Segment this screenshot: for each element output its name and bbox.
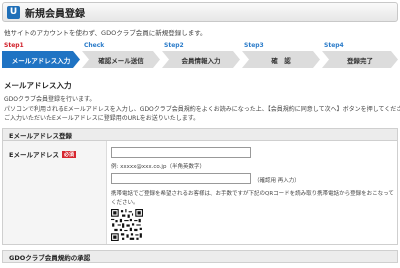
email-panel-title: Eメールアドレス登録 xyxy=(2,128,398,141)
step-tag: Step2 xyxy=(164,42,184,49)
required-badge: 必須 xyxy=(61,151,76,158)
step-tag: Check xyxy=(84,42,105,49)
mobile-note: 携帯電話でご登録を希望されるお客様は、お手数ですが下記のQRコードを読み取り携帯… xyxy=(111,191,394,206)
page-header: U 新規会員登録 xyxy=(2,2,398,22)
page-title: 新規会員登録 xyxy=(25,8,85,20)
step-tag: Step3 xyxy=(244,42,264,49)
step-tag: Step1 xyxy=(4,42,24,49)
step-tag: Step4 xyxy=(324,42,344,49)
step-email-input: Step1 メールアドレス入力 xyxy=(2,42,80,70)
intro-text: 他サイトのアカウントを使わず、GDOクラブ会員に新規登録します。 xyxy=(4,29,207,37)
step-confirm-mail: Check 確認メール送信 xyxy=(82,42,160,70)
terms-panel-title: GDOクラブ会員規約の承認 xyxy=(2,250,398,263)
qr-code-icon xyxy=(111,209,143,241)
step-label: 確認メール送信 xyxy=(82,51,160,68)
user-icon: U xyxy=(7,5,20,19)
email-input[interactable] xyxy=(111,147,251,158)
email-panel: Eメールアドレス 必須 例: xxxxx@xxx.co.jp（半角英数字） （確認… xyxy=(2,141,398,245)
step-member-info: Step2 会員情報入力 xyxy=(162,42,240,70)
email-label-text: Eメールアドレス xyxy=(9,151,59,159)
email-field-label: Eメールアドレス 必須 xyxy=(9,149,76,159)
confirm-hint: （確認用 再入力） xyxy=(254,178,300,184)
description: GDOクラブ会員登録を行います。 パソコンで利用されるEメールアドレスを入力し、… xyxy=(4,95,400,124)
step-review: Step3 確 認 xyxy=(242,42,320,70)
label-column: Eメールアドレス 必須 xyxy=(3,141,107,244)
description-line: ご入力いただいたEメールアドレスに登録用のURLをお送りいたします。 xyxy=(4,115,200,122)
step-label: メールアドレス入力 xyxy=(2,51,80,68)
step-label: 会員情報入力 xyxy=(162,51,240,68)
step-label: 登録完了 xyxy=(322,51,398,68)
section-title: メールアドレス入力 xyxy=(4,81,72,90)
email-confirm-input[interactable] xyxy=(111,173,251,184)
description-line: パソコンで利用されるEメールアドレスを入力し、GDOクラブ会員規約をよくお読みに… xyxy=(4,105,400,113)
step-complete: Step4 登録完了 xyxy=(322,42,398,70)
description-line: GDOクラブ会員登録を行います。 xyxy=(4,96,96,103)
step-label: 確 認 xyxy=(242,51,320,68)
email-example: 例: xxxxx@xxx.co.jp（半角英数字） xyxy=(111,164,205,170)
progress-steps: Step1 メールアドレス入力 Check 確認メール送信 Step2 会員情報… xyxy=(2,42,398,70)
